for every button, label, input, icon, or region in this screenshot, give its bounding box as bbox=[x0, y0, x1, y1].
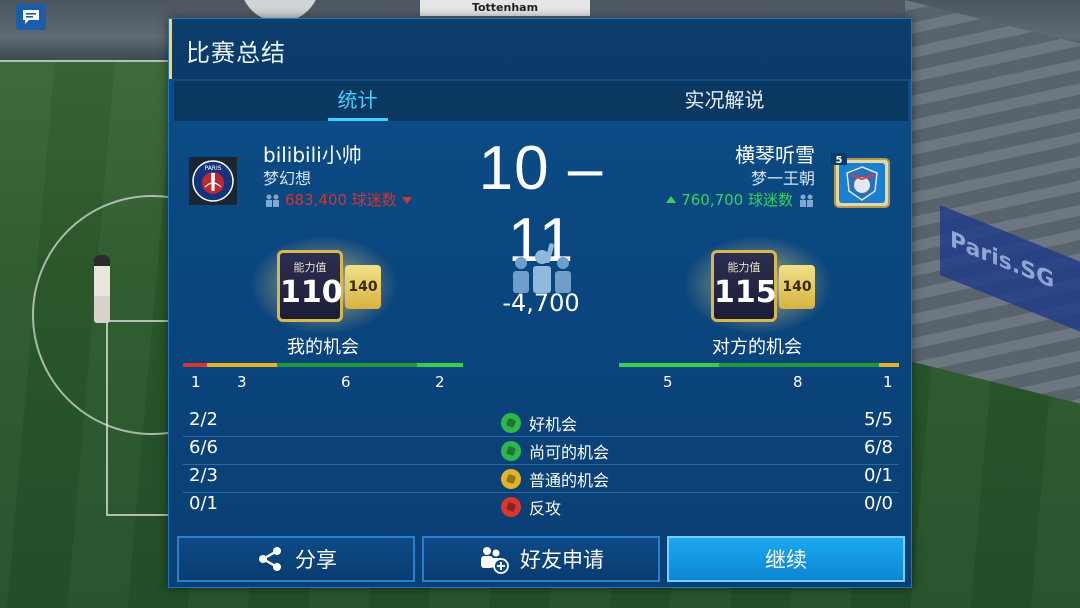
bar-segment-decent bbox=[719, 363, 879, 367]
stands-right bbox=[905, 0, 1080, 404]
away-team-name: 横琴听雪 bbox=[735, 143, 815, 167]
away-bar-value: 1 bbox=[883, 373, 893, 391]
fans-icon bbox=[800, 194, 813, 207]
away-stat-value: 0/0 bbox=[864, 493, 893, 514]
tab-commentary[interactable]: 实况解说 bbox=[541, 81, 908, 121]
bar-segment-counter bbox=[183, 363, 207, 367]
chat-button[interactable] bbox=[16, 4, 46, 30]
title-bar: 比赛总结 bbox=[169, 19, 911, 79]
home-fans-text: 683,400 球迷数 bbox=[285, 191, 397, 209]
continue-button-label: 继续 bbox=[765, 548, 807, 572]
tab-commentary-label: 实况解说 bbox=[684, 88, 765, 112]
away-stat-value: 5/5 bbox=[864, 409, 893, 430]
home-stat-value: 0/1 bbox=[189, 493, 218, 514]
home-stat-value: 2/2 bbox=[189, 409, 218, 430]
add-friend-button-label: 好友申请 bbox=[520, 548, 604, 572]
away-rating-badge: 能力值 115 bbox=[711, 250, 777, 322]
add-friend-icon bbox=[481, 547, 509, 574]
away-club-crest: 5 bbox=[831, 153, 893, 209]
stat-label-wrap: 反攻 bbox=[501, 495, 561, 519]
green-ball-icon bbox=[501, 441, 521, 461]
away-stat-value: 0/1 bbox=[864, 465, 893, 486]
player-figure bbox=[94, 255, 110, 323]
away-club-name: 梦一王朝 bbox=[750, 169, 815, 188]
fans-change: -4,700 bbox=[502, 289, 580, 317]
green-ball-icon bbox=[501, 413, 521, 433]
yellow-ball-icon bbox=[501, 469, 521, 489]
share-button[interactable]: 分享 bbox=[177, 536, 415, 582]
rating-label: 能力值 bbox=[727, 261, 761, 274]
panel-title: 比赛总结 bbox=[186, 39, 286, 67]
tab-bar: 统计 实况解说 bbox=[174, 81, 908, 121]
away-rating: 能力值 115 140 bbox=[683, 235, 833, 335]
away-fans: 760,700 球迷数 bbox=[665, 189, 815, 210]
share-button-label: 分享 bbox=[295, 548, 337, 572]
stat-row-normal-chances: 2/3 普通的机会 0/1 bbox=[183, 465, 899, 493]
home-rating-alt: 140 bbox=[345, 265, 381, 309]
away-fans-text: 760,700 球迷数 bbox=[681, 191, 793, 209]
psg-crest-icon: PARIS bbox=[189, 157, 237, 205]
fans-icon bbox=[266, 194, 279, 207]
arrow-up-icon bbox=[666, 195, 677, 203]
home-chance-bar bbox=[183, 363, 463, 367]
away-chances-title: 对方的机会 bbox=[712, 337, 802, 358]
stat-label: 好机会 bbox=[529, 415, 578, 434]
crest-level: 5 bbox=[836, 155, 843, 166]
home-rating-badge: 能力值 110 bbox=[277, 250, 343, 322]
stat-label-wrap: 尚可的机会 bbox=[501, 439, 609, 463]
rating-label: 能力值 bbox=[293, 261, 327, 274]
home-team-name: bilibili小帅 bbox=[263, 143, 362, 167]
away-bar-value: 5 bbox=[663, 373, 673, 391]
continue-button[interactable]: 继续 bbox=[667, 536, 905, 582]
stat-row-decent-chances: 6/6 尚可的机会 6/8 bbox=[183, 437, 899, 465]
tab-stats[interactable]: 统计 bbox=[174, 81, 541, 121]
stat-row-counter-attacks: 0/1 反攻 0/0 bbox=[183, 493, 899, 521]
home-club-crest: PARIS bbox=[189, 157, 237, 205]
away-bar-value: 8 bbox=[793, 373, 803, 391]
bar-segment-good bbox=[417, 363, 463, 367]
home-stat-value: 6/6 bbox=[189, 437, 218, 458]
stat-label: 尚可的机会 bbox=[529, 443, 610, 462]
crest-text: PARIS bbox=[204, 165, 221, 172]
away-rating-value: 115 bbox=[714, 275, 777, 310]
stat-row-good-chances: 2/2 好机会 5/5 bbox=[183, 409, 899, 437]
arrow-down-icon bbox=[401, 196, 412, 204]
home-rating-value: 110 bbox=[280, 275, 343, 310]
match-summary-panel: 比赛总结 统计 实况解说 PARIS bilibili小帅 梦幻想 683,40… bbox=[168, 18, 912, 588]
pitch-top-line bbox=[0, 60, 170, 62]
bar-segment-normal bbox=[207, 363, 277, 367]
bar-segment-normal bbox=[879, 363, 899, 367]
add-friend-button[interactable]: 好友申请 bbox=[422, 536, 660, 582]
share-icon bbox=[259, 547, 281, 571]
active-tab-indicator bbox=[328, 118, 388, 121]
stat-label-wrap: 好机会 bbox=[501, 411, 577, 435]
stat-label: 普通的机会 bbox=[529, 471, 610, 490]
home-bar-value: 3 bbox=[237, 373, 247, 391]
away-chance-bar bbox=[619, 363, 899, 367]
stat-label-wrap: 普通的机会 bbox=[501, 467, 609, 491]
home-stat-value: 2/3 bbox=[189, 465, 218, 486]
home-club-name: 梦幻想 bbox=[263, 169, 312, 188]
bar-segment-decent bbox=[277, 363, 417, 367]
home-bar-value: 6 bbox=[341, 373, 351, 391]
home-rating: 能力值 110 140 bbox=[249, 235, 399, 335]
shield-crest-icon: 5 bbox=[831, 153, 890, 208]
away-rating-alt: 140 bbox=[779, 265, 815, 309]
tab-stats-label: 统计 bbox=[337, 88, 378, 112]
home-bar-value: 2 bbox=[435, 373, 445, 391]
bar-segment-good bbox=[619, 363, 719, 367]
home-chances-title: 我的机会 bbox=[287, 337, 359, 358]
home-bar-value: 1 bbox=[191, 373, 201, 391]
away-stat-value: 6/8 bbox=[864, 437, 893, 458]
stadium-banner-top: Tottenham bbox=[420, 0, 590, 16]
red-ball-icon bbox=[501, 497, 521, 517]
home-fans: 683,400 球迷数 bbox=[263, 189, 413, 210]
stat-label: 反攻 bbox=[529, 499, 562, 518]
chat-icon bbox=[23, 10, 39, 24]
